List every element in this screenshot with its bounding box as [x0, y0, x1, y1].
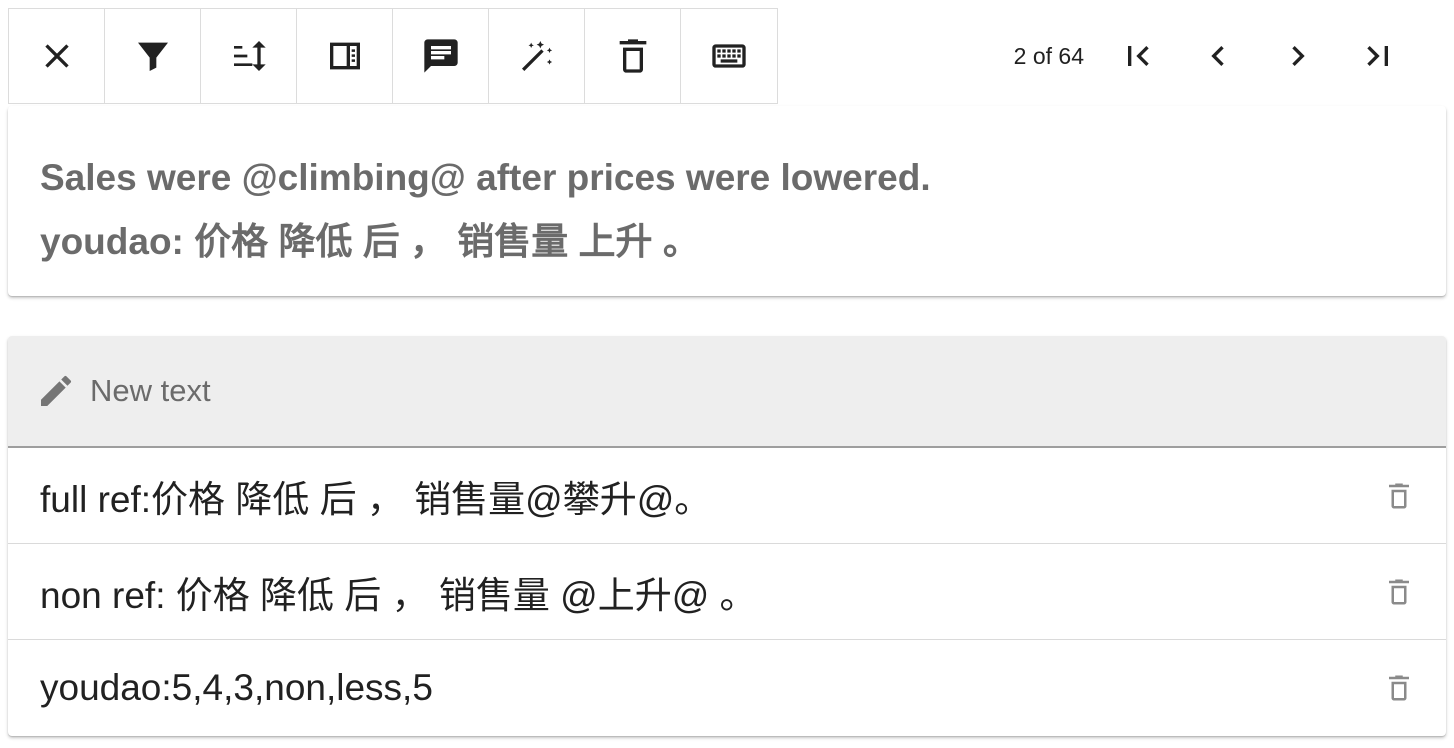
translation-text: full ref:价格 降低 后 ， 销售量@攀升@。 — [40, 478, 712, 520]
chevron-right-icon — [1292, 46, 1305, 66]
delete-translation-button[interactable] — [1382, 479, 1416, 513]
translation-text: youdao:5,4,3,non,less,5 — [40, 667, 433, 708]
comment-button[interactable] — [393, 9, 489, 103]
delete-button[interactable] — [585, 9, 681, 103]
first-page-icon — [1128, 46, 1149, 66]
next-page-button[interactable] — [1258, 26, 1338, 86]
keyboard-icon — [712, 44, 746, 68]
magic-wand-icon — [521, 41, 552, 71]
delete-icon — [619, 39, 646, 73]
delete-translation-button[interactable] — [1382, 671, 1416, 705]
new-text-input[interactable]: New text — [8, 336, 1446, 448]
pager: 2 of 64 — [1014, 22, 1418, 90]
trash-icon — [1389, 483, 1409, 508]
reader-panel-button[interactable] — [297, 9, 393, 103]
source-card: Sales were @climbing@ after prices were … — [8, 106, 1446, 296]
auto-translate-button[interactable] — [489, 9, 585, 103]
sort-button[interactable] — [201, 9, 297, 103]
last-page-button[interactable] — [1338, 26, 1418, 86]
trash-icon — [1389, 579, 1409, 604]
delete-translation-button[interactable] — [1382, 575, 1416, 609]
sort-icon — [233, 41, 266, 71]
trash-icon — [1389, 675, 1409, 701]
filter-button[interactable] — [105, 9, 201, 103]
translation-row[interactable]: full ref:价格 降低 后 ， 销售量@攀升@。 — [8, 448, 1446, 544]
comment-icon — [423, 39, 458, 73]
filter-icon — [137, 42, 168, 71]
source-sentence: Sales were @climbing@ after prices were … — [40, 157, 931, 198]
last-page-icon — [1367, 46, 1388, 66]
machine-translation-hint: youdao: 价格 降低 后 ， 销售量 上升 。 — [40, 221, 700, 262]
translation-row[interactable]: non ref: 价格 降低 后 ， 销售量 @上升@ 。 — [8, 544, 1446, 640]
new-text-placeholder: New text — [90, 373, 211, 408]
chevron-left-icon — [1211, 46, 1224, 66]
first-page-button[interactable] — [1098, 26, 1178, 86]
close-icon — [44, 44, 69, 68]
page-indicator: 2 of 64 — [1013, 42, 1084, 69]
reader-panel-icon — [329, 42, 360, 70]
keyboard-button[interactable] — [681, 9, 777, 103]
close-button[interactable] — [9, 9, 105, 103]
toolbar — [8, 8, 778, 104]
previous-page-button[interactable] — [1178, 26, 1258, 86]
pencil-icon — [41, 375, 72, 406]
translation-row[interactable]: youdao:5,4,3,non,less,5 — [8, 640, 1446, 736]
translation-text: non ref: 价格 降低 后 ， 销售量 @上升@ 。 — [40, 574, 757, 616]
translations-panel: New text full ref:价格 降低 后 ， 销售量@攀升@。 non… — [8, 336, 1446, 736]
